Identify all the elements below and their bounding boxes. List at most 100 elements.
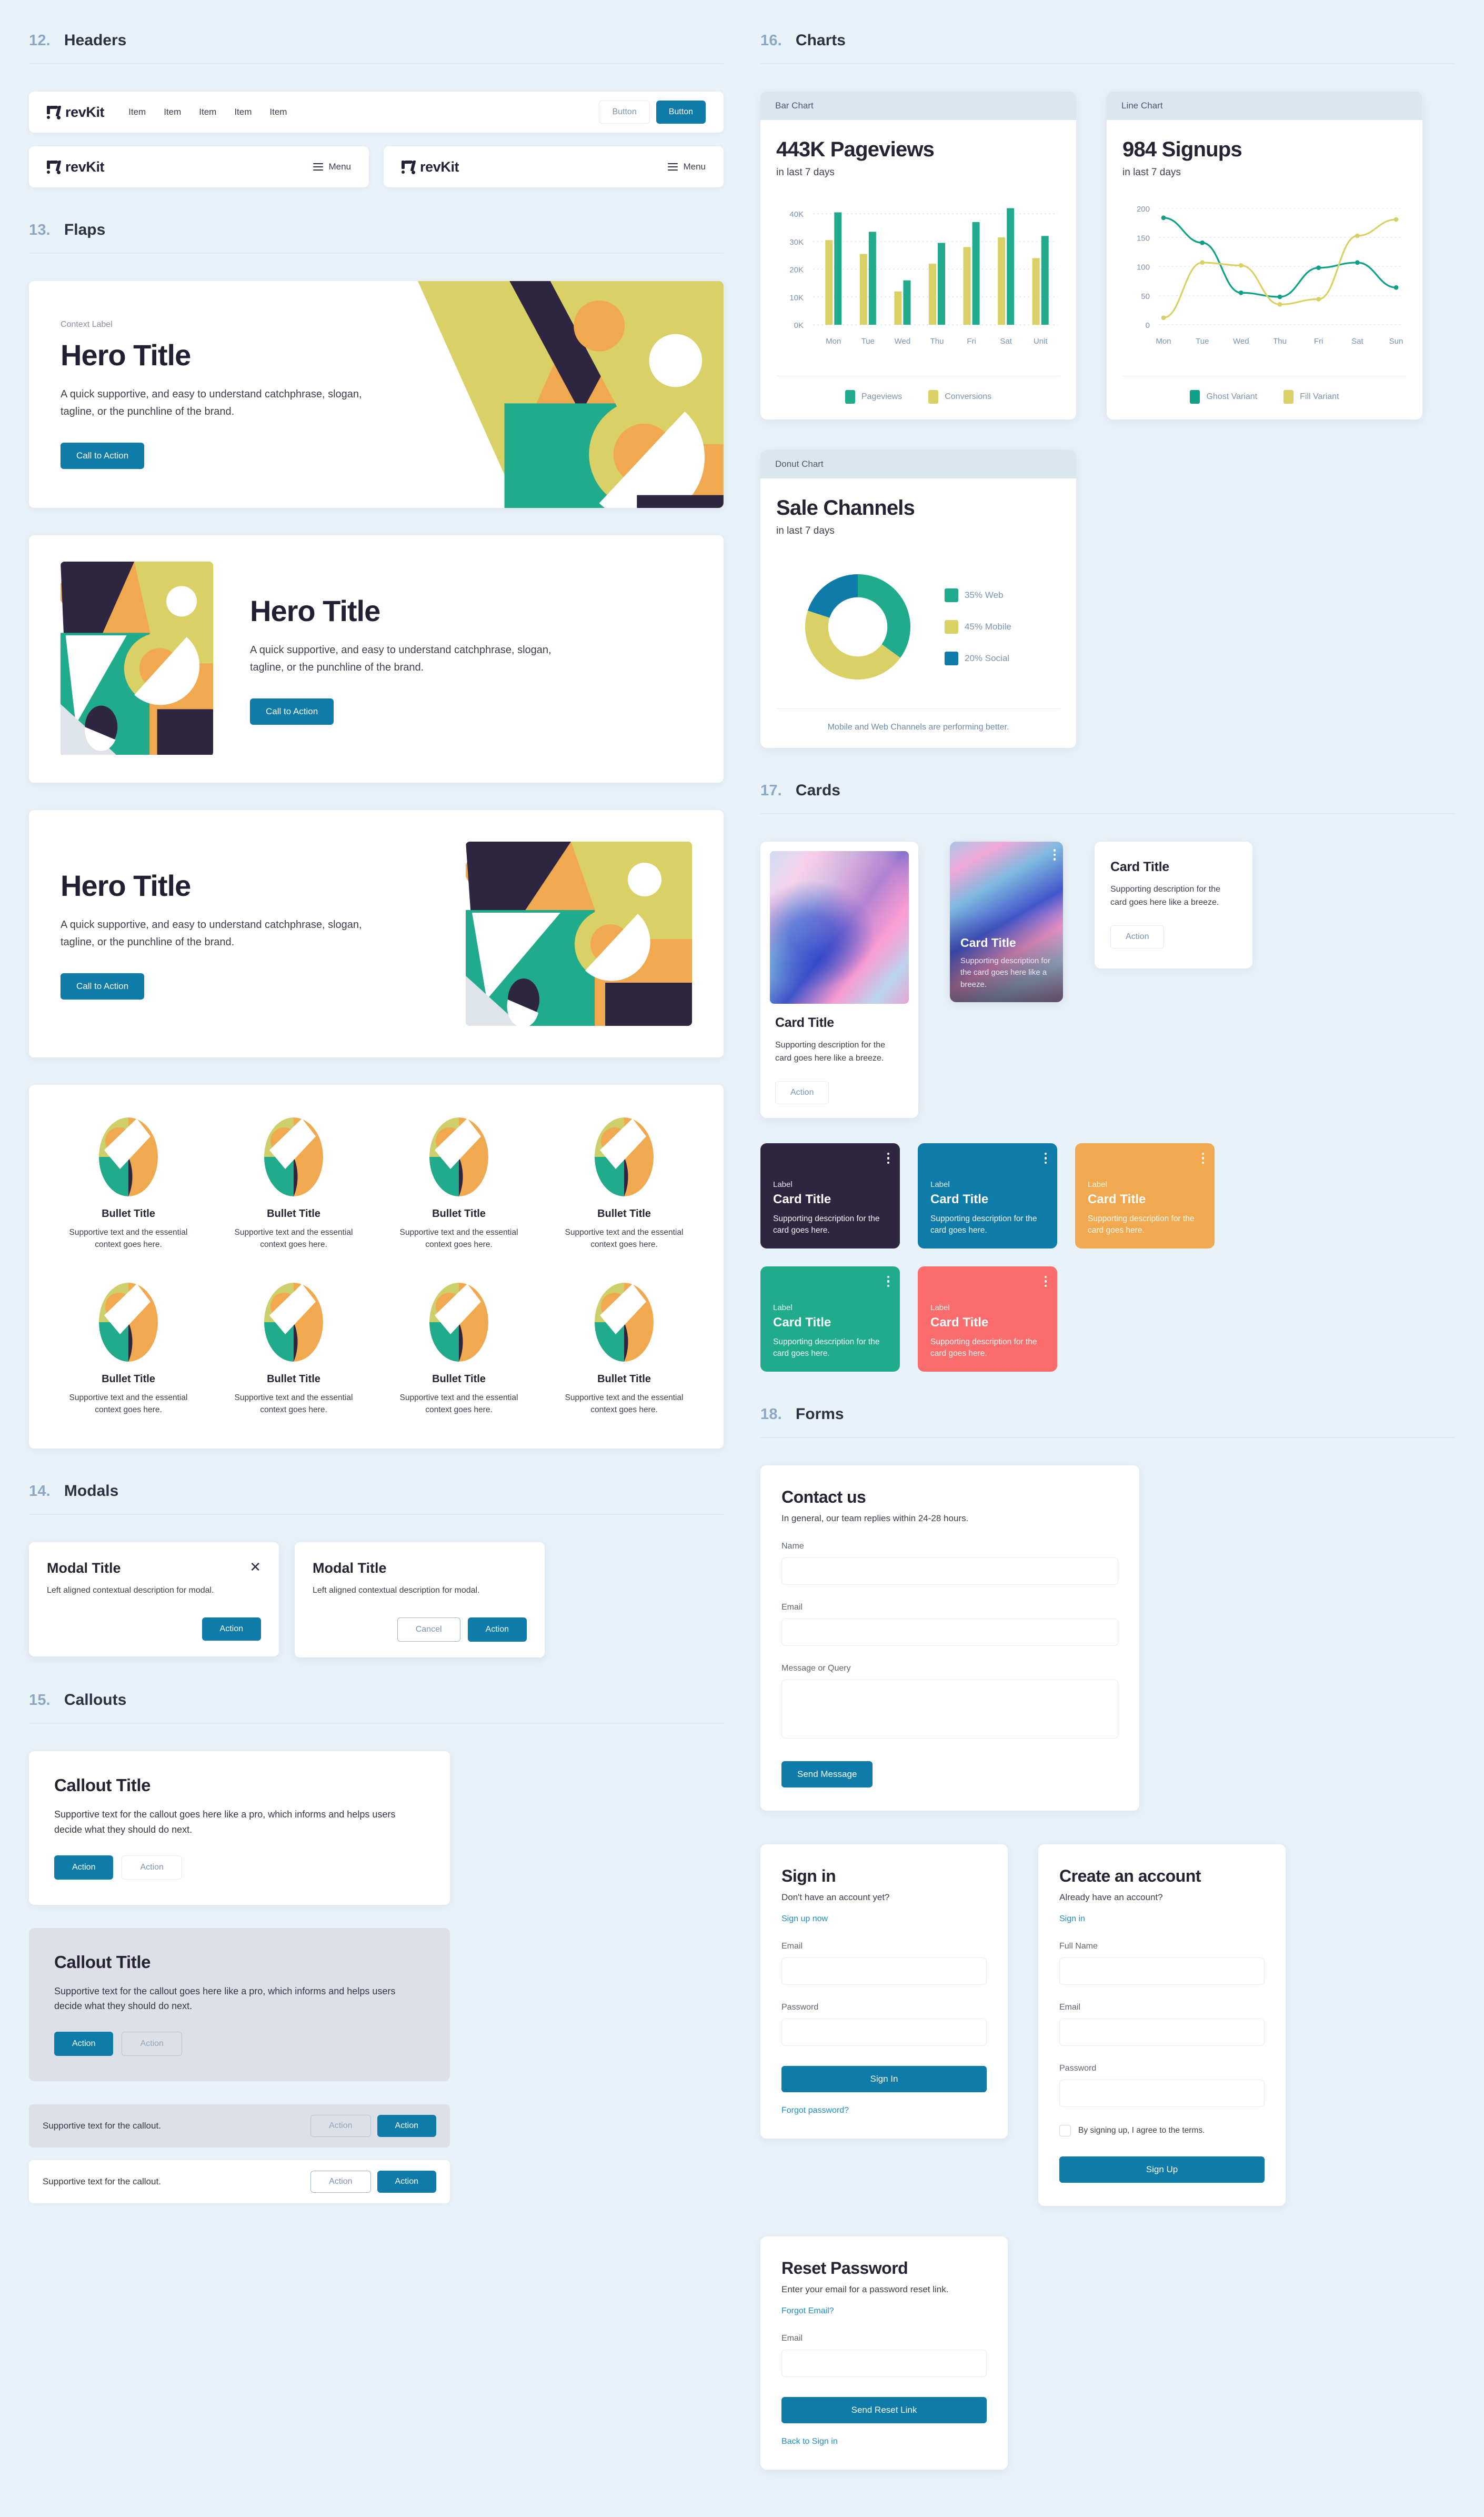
- hero-title: Hero Title: [61, 868, 191, 902]
- name-input[interactable]: [781, 1557, 1118, 1585]
- email-input[interactable]: [781, 2349, 987, 2377]
- message-textarea[interactable]: [781, 1679, 1118, 1739]
- field-label: Message or Query: [781, 1663, 851, 1673]
- more-options-icon[interactable]: [1053, 849, 1056, 861]
- close-icon[interactable]: ✕: [249, 1560, 261, 1574]
- brand-logo[interactable]: revKit: [47, 104, 105, 121]
- chart-body: 443K Pageviews in last 7 days 0K 10K 20K 30…: [760, 120, 1076, 420]
- callout-title: Callout Title: [54, 1952, 151, 1972]
- nav-item-1[interactable]: Item: [128, 107, 146, 117]
- callout-secondary-button[interactable]: Action: [122, 1855, 182, 1880]
- callout-bar-text: Supportive text for the callout.: [43, 2121, 161, 2131]
- card-label: Label: [1088, 1180, 1107, 1189]
- callout-bar-primary-button[interactable]: Action: [377, 2171, 436, 2193]
- header-compact-2: revKit Menu: [384, 146, 724, 187]
- field-password: Password: [1059, 2064, 1265, 2107]
- modals-row: Modal Title ✕ Left aligned contextual de…: [29, 1542, 724, 1657]
- modal-action-button[interactable]: Action: [202, 1617, 261, 1641]
- legend-swatch: [1190, 390, 1200, 404]
- bullet-art-icon: [99, 1117, 158, 1196]
- password-input[interactable]: [1059, 2079, 1265, 2107]
- menu-button[interactable]: Menu: [313, 161, 351, 173]
- hamburger-icon: [668, 161, 678, 173]
- nav-item-2[interactable]: Item: [164, 107, 181, 117]
- color-card-blue: Label Card Title Supporting description …: [918, 1143, 1057, 1248]
- bullet-art-icon: [429, 1117, 488, 1196]
- forgot-password-link[interactable]: Forgot password?: [781, 2106, 849, 2115]
- more-options-icon[interactable]: [1201, 1152, 1204, 1164]
- legend-swatch: [945, 620, 958, 634]
- more-options-icon[interactable]: [887, 1275, 889, 1287]
- email-input[interactable]: [1059, 2018, 1265, 2046]
- callout-secondary-button[interactable]: Action: [122, 2032, 182, 2056]
- donut-chart-note: Mobile and Web Channels are performing b…: [776, 708, 1060, 732]
- bullet-shape-svg: [264, 1117, 323, 1196]
- email-input[interactable]: [781, 1618, 1118, 1646]
- bar-chart-plot: 0K 10K 20K 30K 40K Mon Tue Wed Thu Fri Sat Unit: [789, 208, 1058, 346]
- legend-item: Conversions: [928, 390, 991, 404]
- callout-primary-button[interactable]: Action: [54, 1855, 114, 1880]
- card-action-button[interactable]: Action: [1110, 925, 1165, 948]
- header-primary-button[interactable]: Button: [656, 101, 706, 124]
- callout-primary-button[interactable]: Action: [54, 2032, 114, 2056]
- signin-form-card: Sign in Don't have an account yet? Sign …: [760, 1844, 1008, 2139]
- field-message: Message or Query: [781, 1664, 1118, 1741]
- section-title: Cards: [795, 782, 840, 799]
- callout-bar-primary-button[interactable]: Action: [377, 2115, 436, 2138]
- chart-body: 984 Signups in last 7 days 0 50 100 150 200 M…: [1107, 120, 1422, 420]
- more-options-icon[interactable]: [887, 1152, 889, 1164]
- more-options-icon[interactable]: [1044, 1275, 1047, 1287]
- svg-text:0K: 0K: [794, 321, 804, 330]
- svg-text:0: 0: [1146, 321, 1150, 330]
- callout-bar-secondary-button[interactable]: Action: [310, 2115, 371, 2138]
- nav-item-4[interactable]: Item: [234, 107, 252, 117]
- more-options-icon[interactable]: [1044, 1152, 1047, 1164]
- signin-button[interactable]: Sign In: [781, 2065, 987, 2092]
- hero-subtitle: A quick supportive, and easy to understa…: [61, 388, 362, 417]
- card-description: Supporting description for the card goes…: [773, 1337, 880, 1359]
- fullname-input[interactable]: [1059, 1957, 1265, 1985]
- svg-text:150: 150: [1137, 234, 1150, 243]
- modal-cancel-button[interactable]: Cancel: [397, 1617, 460, 1642]
- menu-button[interactable]: Menu: [668, 161, 706, 173]
- brand-logo[interactable]: revKit: [402, 159, 459, 175]
- section-header-modals: 14. Modals: [29, 1482, 724, 1514]
- geometric-art-svg: [466, 842, 692, 1026]
- card-action-button[interactable]: Action: [775, 1081, 829, 1104]
- password-input[interactable]: [781, 2018, 987, 2046]
- donut-legend: 35% Web 45% Mobile 20% Social: [945, 588, 1011, 665]
- send-message-button[interactable]: Send Message: [781, 1761, 873, 1787]
- modal-with-close: Modal Title ✕ Left aligned contextual de…: [29, 1542, 279, 1656]
- hero-cta-button[interactable]: Call to Action: [61, 443, 145, 469]
- bullet-item: Bullet Title Supportive text and the ess…: [386, 1117, 532, 1251]
- email-input[interactable]: [781, 1957, 987, 1985]
- callout-bar-secondary-button[interactable]: Action: [310, 2171, 371, 2193]
- modal-action-button[interactable]: Action: [467, 1617, 527, 1642]
- nav-item-5[interactable]: Item: [269, 107, 287, 117]
- legend-item: 45% Mobile: [945, 620, 1011, 634]
- terms-checkbox[interactable]: [1059, 2124, 1071, 2136]
- section-header-callouts: 15. Callouts: [29, 1691, 724, 1723]
- bullet-title: Bullet Title: [267, 1208, 320, 1220]
- signup-link[interactable]: Sign up now: [781, 1914, 828, 1924]
- header-ghost-button[interactable]: Button: [599, 101, 650, 124]
- brand-logo[interactable]: revKit: [47, 159, 105, 175]
- compact-headers-row: revKit Menu revKit Menu: [29, 146, 724, 187]
- send-reset-link-button[interactable]: Send Reset Link: [781, 2396, 987, 2423]
- legend-item: Fill Variant: [1284, 390, 1339, 404]
- bullet-item: Bullet Title Supportive text and the ess…: [551, 1117, 697, 1251]
- legend-item: 20% Social: [945, 652, 1011, 665]
- nav-item-3[interactable]: Item: [199, 107, 216, 117]
- signup-button[interactable]: Sign Up: [1059, 2156, 1265, 2183]
- hero-cta-button[interactable]: Call to Action: [250, 698, 334, 725]
- field-fullname: Full Name: [1059, 1942, 1265, 1985]
- signin-link[interactable]: Sign in: [1059, 1914, 1085, 1924]
- charts-row: Bar Chart 443K Pageviews in last 7 days …: [760, 92, 1455, 420]
- forgot-email-link[interactable]: Forgot Email?: [781, 2306, 834, 2316]
- back-to-signin-link[interactable]: Back to Sign in: [781, 2437, 838, 2446]
- legend-swatch: [1284, 390, 1294, 404]
- hero-cta-button[interactable]: Call to Action: [61, 973, 145, 1000]
- field-name: Name: [781, 1542, 1118, 1585]
- section-divider: [29, 253, 724, 254]
- terms-label: By signing up, I agree to the terms.: [1078, 2125, 1205, 2135]
